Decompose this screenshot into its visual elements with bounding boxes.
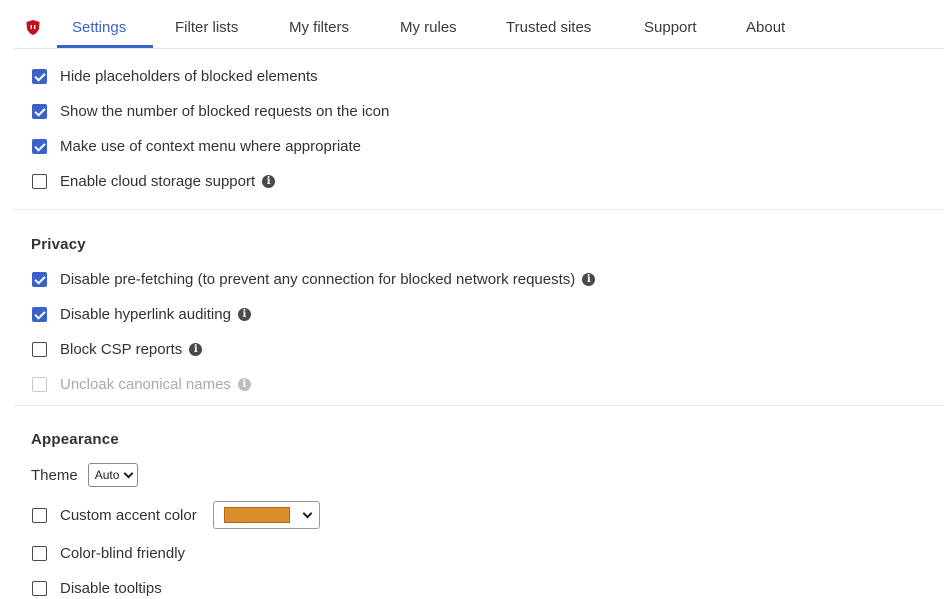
section-divider [14, 209, 944, 210]
setting-label: Disable tooltips [60, 579, 162, 597]
checkbox[interactable] [32, 306, 47, 322]
checkbox [32, 376, 47, 392]
accent-color-picker[interactable] [212, 501, 320, 529]
ublock-logo-icon [26, 20, 40, 35]
setting-show-blocked-count[interactable]: Show the number of blocked requests on t… [32, 100, 389, 122]
setting-disable-tooltips[interactable]: Disable tooltips [32, 577, 162, 599]
setting-label: Enable cloud storage support [60, 172, 256, 190]
info-icon[interactable]: i [237, 307, 251, 321]
tab-my-rules[interactable]: My rules [400, 19, 457, 36]
setting-label: Hide placeholders of blocked elements [60, 67, 318, 85]
tab-about[interactable]: About [746, 19, 785, 36]
setting-disable-prefetching[interactable]: Disable pre-fetching (to prevent any con… [32, 268, 596, 290]
checkbox[interactable] [32, 507, 47, 523]
theme-select[interactable]: Auto [87, 463, 139, 487]
tab-trusted-sites[interactable]: Trusted sites [506, 19, 591, 36]
checkbox[interactable] [32, 68, 47, 84]
setting-label: Custom accent color [60, 506, 197, 524]
checkbox[interactable] [32, 545, 47, 561]
settings-window: Settings Filter lists My filters My rule… [14, 8, 944, 597]
tab-filter-lists[interactable]: Filter lists [175, 19, 238, 36]
setting-custom-accent-color[interactable]: Custom accent color [32, 501, 320, 529]
setting-label: Uncloak canonical names [60, 375, 231, 393]
section-divider [14, 405, 944, 406]
active-tab-indicator [57, 45, 153, 48]
theme-row: Theme Auto [31, 463, 139, 487]
theme-label: Theme [31, 466, 78, 484]
setting-label: Disable hyperlink auditing [60, 305, 231, 323]
setting-hide-placeholders[interactable]: Hide placeholders of blocked elements [32, 65, 318, 87]
setting-disable-hyperlink-auditing[interactable]: Disable hyperlink auditing i [32, 303, 251, 325]
checkbox[interactable] [32, 271, 47, 287]
setting-label: Show the number of blocked requests on t… [60, 102, 390, 120]
info-icon[interactable]: i [189, 342, 203, 356]
chevron-down-icon [123, 468, 134, 479]
checkbox[interactable] [32, 173, 47, 189]
checkbox[interactable] [32, 580, 47, 596]
setting-cloud-storage[interactable]: Enable cloud storage support i [32, 170, 276, 192]
chevron-down-icon [302, 508, 313, 519]
setting-label: Color-blind friendly [60, 544, 186, 562]
info-icon: i [237, 377, 251, 391]
tab-my-filters[interactable]: My filters [289, 19, 349, 36]
checkbox[interactable] [32, 341, 47, 357]
setting-label: Make use of context menu where appropria… [60, 137, 362, 155]
setting-uncloak-canonical-names: Uncloak canonical names i [32, 373, 251, 395]
setting-label: Disable pre-fetching (to prevent any con… [60, 270, 576, 288]
theme-select-value: Auto [94, 468, 120, 482]
info-icon[interactable]: i [262, 174, 276, 188]
privacy-heading: Privacy [31, 236, 86, 253]
appearance-heading: Appearance [31, 431, 119, 448]
setting-color-blind-friendly[interactable]: Color-blind friendly [32, 542, 185, 564]
checkbox[interactable] [32, 103, 47, 119]
checkbox[interactable] [32, 138, 47, 154]
setting-label: Block CSP reports [60, 340, 183, 358]
tab-bar: Settings Filter lists My filters My rule… [14, 8, 944, 49]
setting-block-csp-reports[interactable]: Block CSP reports i [32, 338, 203, 360]
tab-support[interactable]: Support [644, 19, 697, 36]
tab-settings[interactable]: Settings [72, 19, 126, 36]
info-icon[interactable]: i [582, 272, 596, 286]
setting-context-menu[interactable]: Make use of context menu where appropria… [32, 135, 361, 157]
accent-color-swatch [223, 507, 290, 523]
